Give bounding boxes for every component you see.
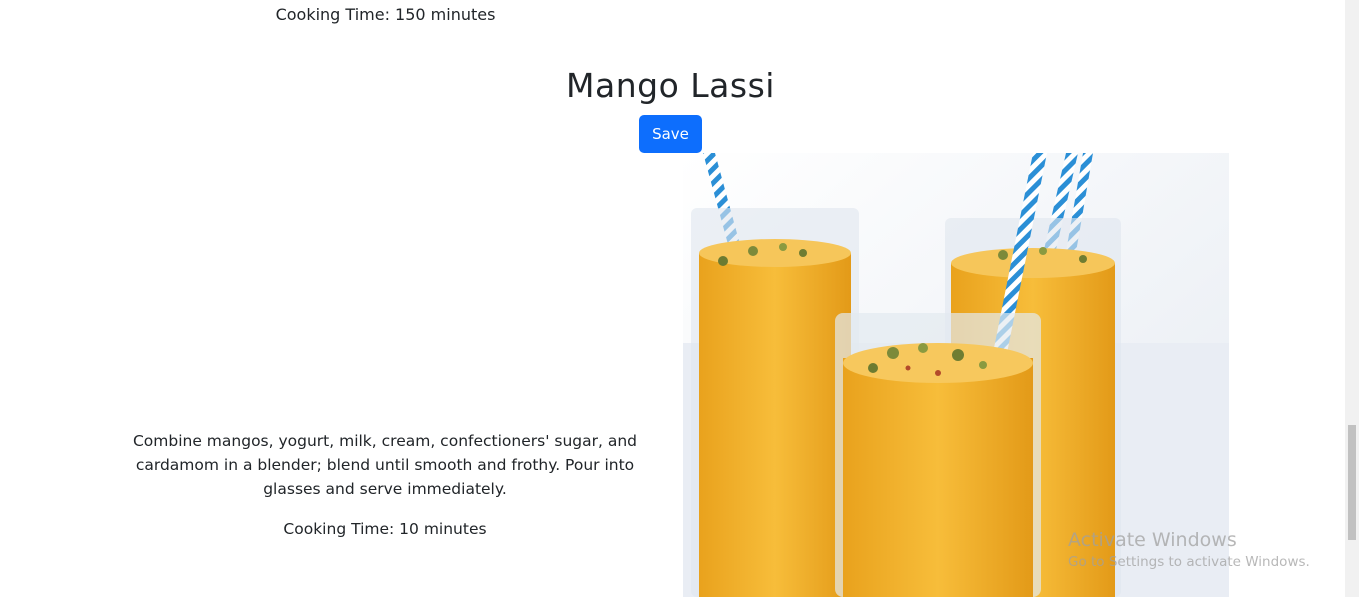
scrollbar-thumb[interactable] <box>1348 425 1356 540</box>
recipe-title: Mango Lassi <box>566 66 775 105</box>
recipe-cooking-time: Cooking Time: 10 minutes <box>283 520 487 538</box>
recipe-image <box>683 153 1229 597</box>
save-button[interactable]: Save <box>639 115 702 153</box>
page-scrollbar[interactable] <box>1345 0 1359 597</box>
recipe-instructions: Combine mangos, yogurt, milk, cream, con… <box>132 432 638 498</box>
page: Cooking Time: 150 minutes Mango Lassi Sa… <box>0 0 1359 597</box>
previous-recipe-cooking-time: Cooking Time: 150 minutes <box>275 5 496 24</box>
